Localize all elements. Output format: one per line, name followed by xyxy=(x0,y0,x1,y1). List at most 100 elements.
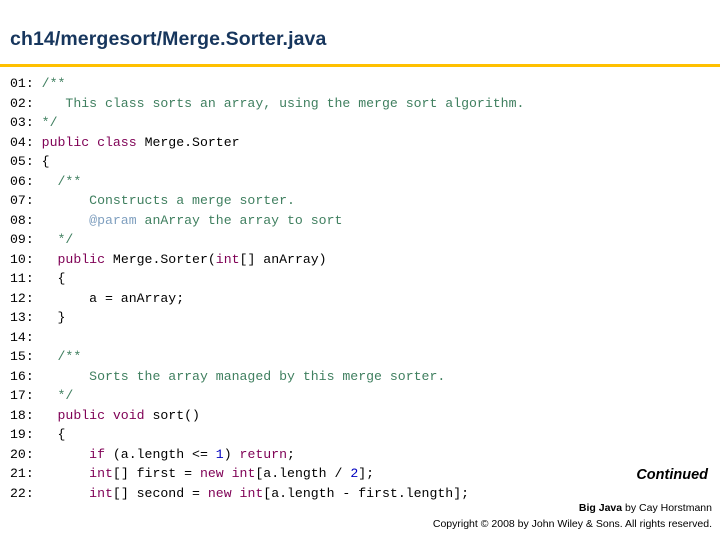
line-number: 05: xyxy=(10,154,34,169)
code-line: 10: public Merge.Sorter(int[] anArray) xyxy=(10,250,710,270)
code-token: new int xyxy=(207,485,264,501)
code-line: 16: Sorts the array managed by this merg… xyxy=(10,367,710,387)
line-number: 21: xyxy=(10,466,34,481)
line-number: 13: xyxy=(10,310,34,325)
line-number: 11: xyxy=(10,271,34,286)
code-token: 1 xyxy=(215,446,224,462)
code-token: return xyxy=(239,446,288,462)
code-line: 04: public class Merge.Sorter xyxy=(10,133,710,153)
code-line: 11: { xyxy=(10,269,710,289)
slide: ch14/mergesort/Merge.Sorter.java 01: /**… xyxy=(0,0,720,540)
code-token: { xyxy=(41,427,66,442)
code-token: int xyxy=(89,466,113,481)
line-number: 10: xyxy=(10,251,34,267)
line-number: 03: xyxy=(10,115,34,130)
code-token: This class sorts an array, using the mer… xyxy=(41,95,525,111)
page-title: ch14/mergesort/Merge.Sorter.java xyxy=(10,28,327,50)
line-number: 19: xyxy=(10,427,34,442)
line-number: 06: xyxy=(10,173,34,189)
line-number: 08: xyxy=(10,212,34,228)
line-number: 22: xyxy=(10,485,34,501)
line-number: 07: xyxy=(10,193,34,208)
line-number: 15: xyxy=(10,349,34,364)
code-token: ]; xyxy=(358,466,375,481)
code-token: [a.length - first.length]; xyxy=(263,485,470,501)
code-token: */ xyxy=(41,388,74,403)
code-line: 06: /** xyxy=(10,172,710,192)
code-token: public class xyxy=(41,134,145,150)
code-token: */ xyxy=(41,232,74,247)
book-attribution: Big Java by Cay Horstmann xyxy=(579,502,712,514)
code-line: 12: a = anArray; xyxy=(10,289,710,309)
code-token: */ xyxy=(41,115,58,130)
code-line: 19: { xyxy=(10,425,710,445)
line-number: 18: xyxy=(10,407,34,423)
code-line: 05: { xyxy=(10,152,710,172)
code-token: ; xyxy=(287,446,295,462)
line-number: 14: xyxy=(10,329,34,345)
code-token: /** xyxy=(41,349,82,364)
code-token: anArray the array to sort xyxy=(136,212,343,228)
continued-label: Continued xyxy=(636,467,708,483)
line-number: 20: xyxy=(10,446,34,462)
code-token: Merge.Sorter( xyxy=(112,251,216,267)
book-author: by Cay Horstmann xyxy=(622,502,712,514)
code-line: 15: /** xyxy=(10,347,710,367)
code-line: 09: */ xyxy=(10,230,710,250)
code-token: ) xyxy=(223,446,240,462)
code-line: 01: /** xyxy=(10,74,710,94)
code-line: 20: if (a.length <= 1) return; xyxy=(10,445,710,465)
code-token: { xyxy=(41,154,50,169)
title-divider xyxy=(0,64,720,67)
code-token: (a.length <= xyxy=(104,446,216,462)
code-line: 13: } xyxy=(10,308,710,328)
code-line: 21: int[] first = new int[a.length / 2]; xyxy=(10,464,710,484)
line-number: 12: xyxy=(10,290,34,306)
code-token: new int xyxy=(199,466,256,481)
code-token: if xyxy=(89,446,105,462)
code-token: public void xyxy=(41,407,153,423)
line-number: 04: xyxy=(10,134,34,150)
code-token: public xyxy=(41,251,113,267)
code-token: int xyxy=(89,485,113,501)
code-token: Sorts the array managed by this merge so… xyxy=(41,368,446,384)
code-token: /** xyxy=(41,76,66,91)
line-number: 09: xyxy=(10,232,34,247)
code-line: 03: */ xyxy=(10,113,710,133)
copyright-notice: Copyright © 2008 by John Wiley & Sons. A… xyxy=(432,518,712,530)
code-token: Constructs a merge sorter. xyxy=(41,193,295,208)
code-token: @param xyxy=(89,212,137,228)
line-number: 17: xyxy=(10,388,34,403)
code-listing: 01: /** 02: This class sorts an array, us… xyxy=(10,74,710,503)
code-line: 17: */ xyxy=(10,386,710,406)
code-token: sort() xyxy=(152,407,200,423)
code-line: 14: xyxy=(10,328,710,348)
code-token: /** xyxy=(41,173,82,189)
code-token: a = anArray; xyxy=(41,290,185,306)
code-token: int xyxy=(215,251,240,267)
book-title: Big Java xyxy=(578,502,623,514)
